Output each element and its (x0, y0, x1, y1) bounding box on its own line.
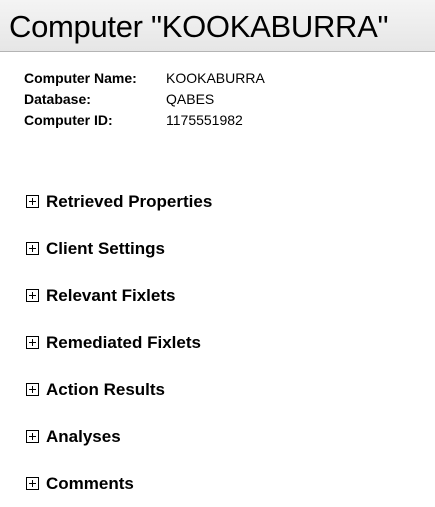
section-label[interactable]: Retrieved Properties (46, 192, 212, 212)
expand-plus-icon[interactable] (26, 289, 39, 302)
expand-plus-icon[interactable] (26, 195, 39, 208)
info-row-computer-name: Computer Name: KOOKABURRA (24, 67, 265, 88)
section-label[interactable]: Relevant Fixlets (46, 286, 175, 306)
info-label: Database: (24, 90, 91, 107)
expand-plus-icon[interactable] (26, 430, 39, 443)
section-label[interactable]: Action Results (46, 380, 165, 400)
collapsible-sections: Retrieved Properties Client Settings Rel… (26, 178, 212, 507)
section-label[interactable]: Comments (46, 474, 134, 494)
info-label: Computer Name: (24, 69, 137, 86)
info-label: Computer ID: (24, 111, 113, 128)
section-comments[interactable]: Comments (26, 460, 212, 507)
section-action-results[interactable]: Action Results (26, 366, 212, 413)
info-row-database: Database: QABES (24, 88, 265, 109)
info-value: KOOKABURRA (166, 69, 265, 86)
expand-plus-icon[interactable] (26, 477, 39, 490)
computer-info: Computer Name: KOOKABURRA Database: QABE… (24, 67, 265, 130)
expand-plus-icon[interactable] (26, 242, 39, 255)
info-row-computer-id: Computer ID: 1175551982 (24, 109, 265, 130)
info-value: 1175551982 (166, 111, 243, 128)
section-analyses[interactable]: Analyses (26, 413, 212, 460)
page-title: Computer "KOOKABURRA" (9, 9, 389, 44)
section-remediated-fixlets[interactable]: Remediated Fixlets (26, 319, 212, 366)
section-retrieved-properties[interactable]: Retrieved Properties (26, 178, 212, 225)
expand-plus-icon[interactable] (26, 336, 39, 349)
section-label[interactable]: Client Settings (46, 239, 165, 259)
section-client-settings[interactable]: Client Settings (26, 225, 212, 272)
section-label[interactable]: Remediated Fixlets (46, 333, 201, 353)
expand-plus-icon[interactable] (26, 383, 39, 396)
info-value: QABES (166, 90, 215, 107)
title-bar: Computer "KOOKABURRA" (0, 0, 435, 52)
section-relevant-fixlets[interactable]: Relevant Fixlets (26, 272, 212, 319)
section-label[interactable]: Analyses (46, 427, 121, 447)
